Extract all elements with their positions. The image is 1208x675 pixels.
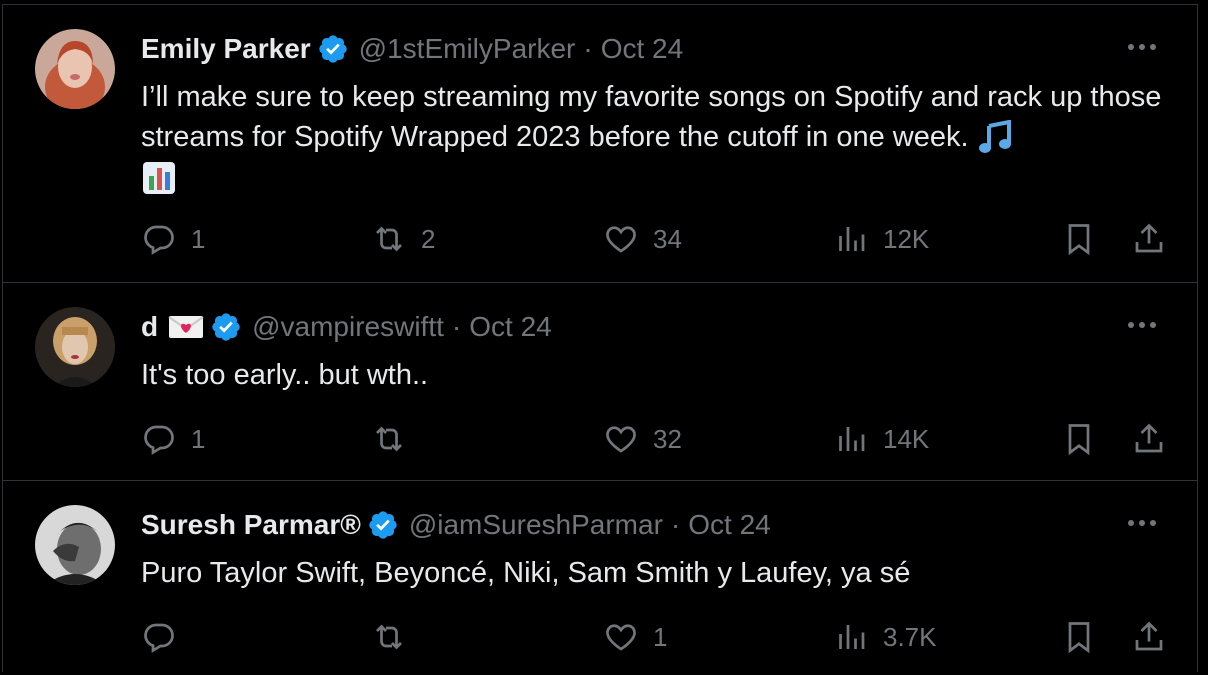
verified-badge-icon <box>367 509 399 541</box>
tweet-actions: 1 32 14K <box>141 419 1181 459</box>
verified-badge-icon <box>210 311 242 343</box>
verified-badge-icon <box>317 33 349 65</box>
views-button[interactable]: 14K <box>833 419 929 459</box>
share-icon <box>1135 621 1163 651</box>
like-count: 1 <box>653 621 668 652</box>
more-options-icon[interactable] <box>1125 513 1159 533</box>
like-button[interactable]: 1 <box>603 617 667 657</box>
like-count: 34 <box>653 223 682 254</box>
bookmark-button[interactable] <box>1061 219 1097 259</box>
tweet[interactable]: Emily Parker @1stEmilyParker · Oct 24 I’… <box>3 5 1197 283</box>
share-button[interactable] <box>1131 219 1167 259</box>
user-handle[interactable]: @iamSureshParmar <box>409 509 663 541</box>
views-count: 12K <box>883 223 930 254</box>
retweet-button[interactable]: 2 <box>371 219 435 259</box>
avatar[interactable] <box>35 505 115 585</box>
retweet-icon <box>376 624 402 650</box>
tweet[interactable]: d @vampireswiftt · Oct 24 It's too early… <box>3 283 1197 481</box>
bookmark-icon <box>1068 424 1090 456</box>
avatar[interactable] <box>35 29 115 109</box>
views-button[interactable]: 3.7K <box>833 617 937 657</box>
retweet-button[interactable] <box>371 617 421 657</box>
display-name[interactable]: Emily Parker <box>141 33 311 65</box>
reply-icon <box>144 623 174 653</box>
separator-dot: · <box>451 311 462 342</box>
views-chart-icon <box>839 427 865 451</box>
user-handle[interactable]: @vampireswiftt <box>252 311 444 343</box>
tweet-text: I’ll make sure to keep streaming my favo… <box>141 77 1181 197</box>
bookmark-button[interactable] <box>1061 419 1097 459</box>
tweet-body: Puro Taylor Swift, Beyoncé, Niki, Sam Sm… <box>141 557 911 589</box>
bookmark-button[interactable] <box>1061 617 1097 657</box>
tweet-actions: 1 2 34 12K <box>141 219 1181 259</box>
tweet-text: It's too early.. but wth.. <box>141 355 1181 395</box>
views-chart-icon <box>839 625 865 649</box>
share-button[interactable] <box>1131 419 1167 459</box>
musical-notes-emoji-icon <box>977 120 1013 156</box>
tweet-text: Puro Taylor Swift, Beyoncé, Niki, Sam Sm… <box>141 553 1181 593</box>
retweet-icon <box>376 226 402 252</box>
more-options-icon[interactable] <box>1125 37 1159 57</box>
reply-count: 1 <box>191 223 206 254</box>
views-count: 3.7K <box>883 621 937 652</box>
heart-icon <box>606 624 636 651</box>
reply-icon <box>144 425 174 455</box>
tweet-body: It's too early.. but wth.. <box>141 359 429 391</box>
share-icon <box>1135 223 1163 253</box>
reply-icon <box>144 225 174 255</box>
retweet-icon <box>376 426 402 452</box>
heart-icon <box>606 426 636 453</box>
reply-count: 1 <box>191 423 206 454</box>
display-name[interactable]: d <box>141 311 158 343</box>
display-name[interactable]: Suresh Parmar® <box>141 509 361 541</box>
bookmark-icon <box>1068 224 1090 256</box>
reply-button[interactable] <box>141 617 191 657</box>
heart-icon <box>606 226 636 253</box>
views-count: 14K <box>883 423 930 454</box>
reply-button[interactable]: 1 <box>141 419 205 459</box>
share-button[interactable] <box>1131 617 1167 657</box>
views-button[interactable]: 12K <box>833 219 929 259</box>
tweet[interactable]: Suresh Parmar® @iamSureshParmar · Oct 24… <box>3 481 1197 675</box>
bar-chart-emoji-icon <box>141 160 177 196</box>
timeline-feed: Emily Parker @1stEmilyParker · Oct 24 I’… <box>2 4 1198 672</box>
separator-dot: · <box>583 33 593 64</box>
views-chart-icon <box>839 227 865 251</box>
tweet-date[interactable]: Oct 24 <box>688 509 770 541</box>
user-handle[interactable]: @1stEmilyParker <box>359 33 576 65</box>
retweet-button[interactable] <box>371 419 421 459</box>
more-options-icon[interactable] <box>1125 315 1159 335</box>
reply-button[interactable]: 1 <box>141 219 205 259</box>
tweet-date[interactable]: Oct 24 <box>601 33 683 65</box>
bookmark-icon <box>1068 622 1090 654</box>
tweet-actions: 1 3.7K <box>141 617 1181 657</box>
retweet-count: 2 <box>421 223 436 254</box>
like-count: 32 <box>653 423 682 454</box>
tweet-date[interactable]: Oct 24 <box>469 311 551 343</box>
share-icon <box>1135 423 1163 453</box>
like-button[interactable]: 32 <box>603 419 682 459</box>
like-button[interactable]: 34 <box>603 219 682 259</box>
love-letter-emoji-icon <box>168 313 204 341</box>
separator-dot: · <box>670 509 681 540</box>
avatar[interactable] <box>35 307 115 387</box>
